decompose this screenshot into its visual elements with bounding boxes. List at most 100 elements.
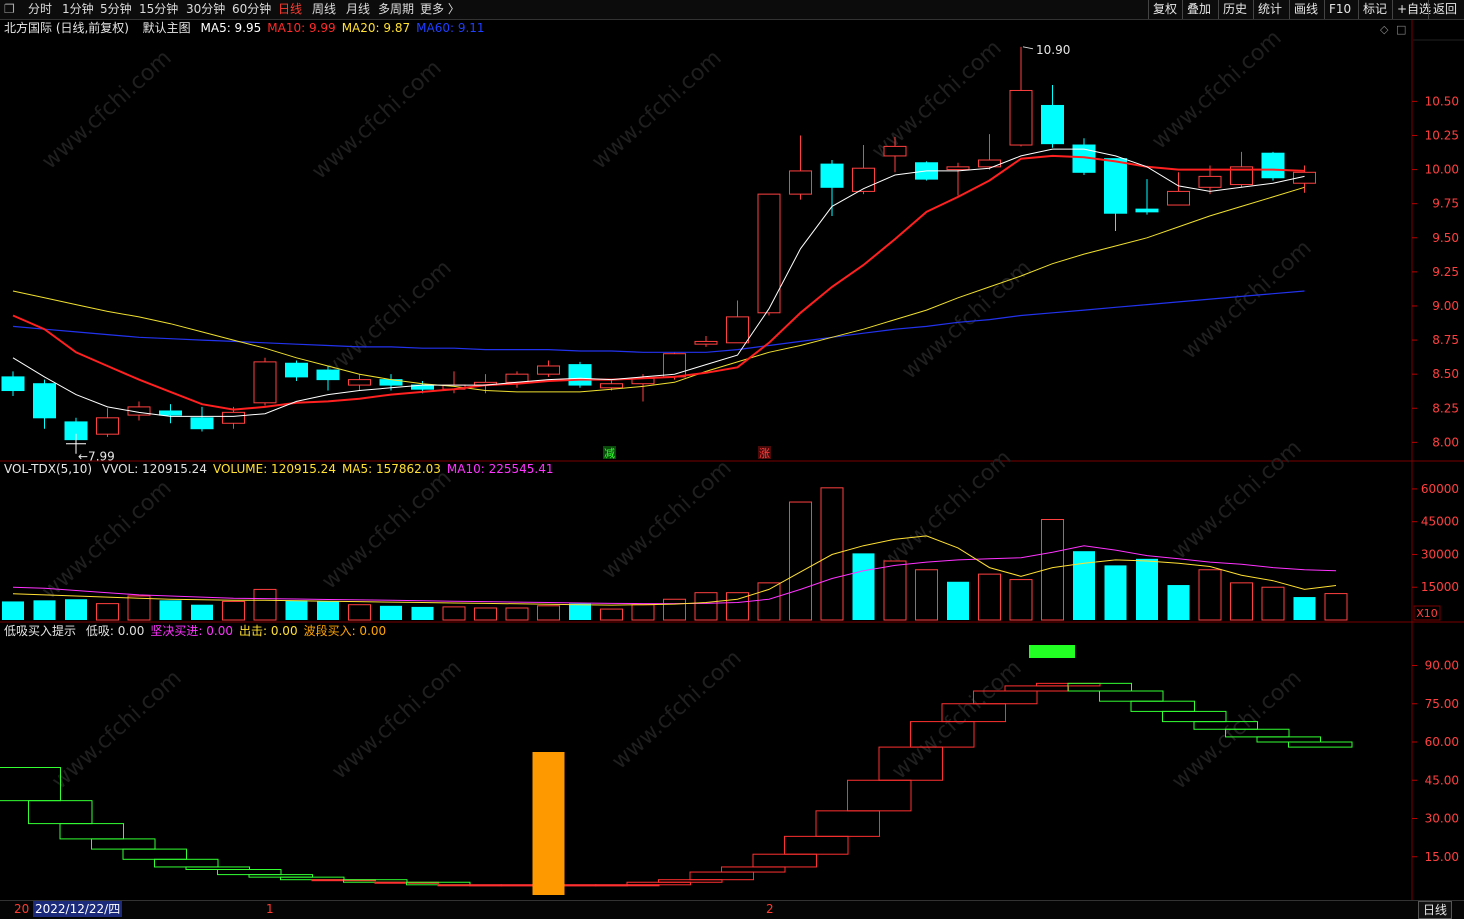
volume-bar-down — [191, 604, 213, 620]
watermark-13: www.cfchi.com — [47, 666, 186, 795]
indicator-step-box — [689, 871, 754, 881]
watermark-12: www.cfchi.com — [1167, 436, 1306, 565]
candle-body-up — [978, 159, 1001, 168]
volume-axis-label: 30000 — [1421, 547, 1459, 561]
volume-bar-up — [505, 607, 529, 621]
volume-bar-up — [978, 573, 1001, 621]
low-price-label: ←7.99 — [78, 450, 115, 464]
volume-bar-up — [883, 560, 907, 621]
indicator-step-box — [1099, 690, 1164, 702]
event-marker-red: 涨 — [759, 447, 770, 460]
volume-bar-down — [65, 599, 87, 620]
indicator-axis-label: 15.00 — [1425, 850, 1459, 864]
candle-body-up — [726, 316, 749, 344]
volume-unit-label: X10 — [1416, 607, 1438, 620]
indicator-step-box — [28, 800, 93, 825]
indicator-step-box — [1004, 685, 1069, 692]
watermark-6: www.cfchi.com — [897, 256, 1036, 385]
cursor-date: 2022/12/22/四 — [33, 901, 123, 917]
zoom-toggle-icon: ◇ — [1380, 23, 1389, 36]
buy-signal-bar — [532, 752, 565, 895]
indicator-step-box — [217, 869, 282, 876]
period-selector[interactable]: 日线 — [1418, 901, 1453, 919]
candle-body-down — [820, 163, 844, 188]
volume-bar-down — [2, 601, 24, 620]
price-axis-label: 8.50 — [1432, 367, 1459, 381]
volume-axis-label: 15000 — [1421, 580, 1459, 594]
price-axis-label: 9.50 — [1432, 231, 1459, 245]
candle-body-down — [1135, 208, 1159, 213]
year-prefix: 20 — [14, 902, 30, 916]
watermark-17: www.cfchi.com — [1167, 666, 1306, 795]
volume-bar-up — [442, 606, 466, 621]
volume-bar-down — [159, 600, 182, 620]
candle-body-down — [1261, 152, 1285, 179]
event-marker-green: 减 — [604, 447, 615, 460]
watermark-14: www.cfchi.com — [327, 656, 466, 785]
price-axis-label: 9.25 — [1432, 265, 1459, 279]
volume-bar-up — [757, 582, 781, 621]
high-pointer — [1022, 46, 1034, 50]
indicator-step-box — [1288, 741, 1353, 748]
volume-bar-down — [1136, 558, 1158, 620]
watermark-10: www.cfchi.com — [597, 456, 736, 585]
volume-bar-down — [285, 600, 308, 620]
candle-body-up — [694, 340, 718, 345]
volume-axis-label: 60000 — [1421, 482, 1459, 496]
price-axis-label: 10.00 — [1425, 163, 1459, 177]
indicator-step-box — [1162, 710, 1227, 723]
layout-toggle-icon: □ — [1396, 23, 1406, 36]
volume-bar-down — [1073, 551, 1095, 620]
watermark-0: www.cfchi.com — [37, 46, 176, 175]
candle-body-up — [348, 379, 371, 386]
indicator-step-box — [847, 779, 912, 812]
bottom-date-bar: 20 2022/12/22/四 1 2 日线 — [0, 900, 1464, 919]
watermark-1: www.cfchi.com — [307, 56, 446, 185]
watermark-9: www.cfchi.com — [317, 466, 456, 595]
watermark-5: www.cfchi.com — [317, 256, 456, 385]
watermark-4: www.cfchi.com — [1147, 26, 1286, 155]
candle-body-down — [285, 362, 308, 378]
watermark-11: www.cfchi.com — [877, 446, 1016, 575]
month-mark-2: 2 — [766, 902, 774, 916]
volume-bar-down — [411, 606, 434, 620]
stock-chart[interactable]: www.cfchi.com www.cfchi.com www.cfchi.com w… — [0, 0, 1464, 918]
price-axis-label: 8.75 — [1432, 333, 1459, 347]
sell-signal-bar — [1029, 645, 1075, 658]
candle-body-up — [663, 353, 686, 378]
candle-body-down — [1, 376, 25, 392]
candle-body-up — [537, 365, 560, 375]
candle-body-down — [1104, 158, 1127, 214]
candle-body-up — [883, 145, 907, 157]
volume-bar-up — [694, 592, 718, 621]
watermark-15: www.cfchi.com — [607, 646, 746, 775]
volume-bar-up — [915, 569, 938, 621]
indicator-axis-label: 45.00 — [1425, 773, 1459, 787]
indicator-step-box — [1256, 736, 1321, 743]
indicator-axis-label: 90.00 — [1425, 659, 1459, 673]
indicator-step-box — [784, 835, 849, 855]
watermark-3: www.cfchi.com — [867, 36, 1006, 165]
indicator-step-box — [59, 823, 124, 840]
indicator-axis-label: 75.00 — [1425, 697, 1459, 711]
indicator-axis-label: 30.00 — [1425, 812, 1459, 826]
volume-bar-up — [1198, 569, 1222, 621]
volume-bar-down — [1167, 585, 1190, 620]
volume-bar-up — [96, 603, 119, 621]
volume-bar-up — [600, 608, 623, 621]
price-axis-label: 8.00 — [1432, 435, 1459, 449]
indicator-step-box — [752, 853, 817, 868]
volume-bar-down — [380, 605, 402, 620]
indicator-axis-label: 60.00 — [1425, 735, 1459, 749]
volume-bar-up — [820, 487, 844, 621]
candle-body-up — [253, 361, 277, 404]
candle-body-down — [568, 364, 592, 386]
volume-bar-up — [1230, 582, 1253, 621]
indicator-step-box — [154, 858, 219, 868]
price-axis-label: 9.00 — [1432, 299, 1459, 313]
candle-body-down — [190, 417, 214, 430]
volume-bar-up — [348, 604, 371, 621]
indicator-step-box — [1130, 700, 1195, 712]
indicator-step-box — [721, 866, 786, 873]
watermark-2: www.cfchi.com — [587, 46, 726, 175]
